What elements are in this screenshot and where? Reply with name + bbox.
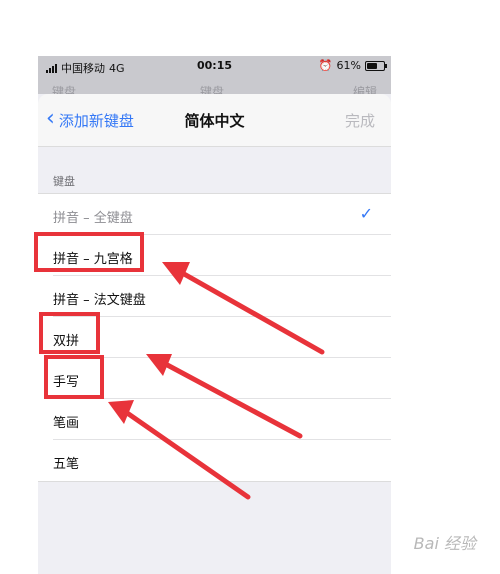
keyboard-option-wubi[interactable]: 五笔 [38, 440, 391, 481]
keyboard-option-pinyin-9key[interactable]: 拼音 – 九宫格 [38, 235, 391, 276]
keyboard-option-label: 拼音 – 九宫格 [53, 252, 133, 267]
watermark: Bai 经验 [413, 534, 476, 553]
keyboard-option-label: 拼音 – 全键盘 [53, 211, 133, 226]
battery-icon [365, 60, 387, 71]
done-button[interactable]: 完成 [345, 110, 375, 131]
keyboard-option-label: 双拼 [53, 334, 80, 349]
keyboard-option-pinyin-french[interactable]: 拼音 – 法文键盘 [38, 276, 391, 317]
section-header: 键盘 [53, 175, 75, 188]
background-back-label: 键盘 [52, 85, 77, 94]
alarm-clock-icon: ⏰ [318, 59, 333, 72]
phone-screen: 中国移动 4G 00:15 ⏰ 61% 键盘 键盘 编辑 ‹ 添加新键盘 简体中… [38, 56, 391, 574]
keyboard-option-label: 笔画 [53, 416, 80, 431]
keyboard-option-pinyin-full[interactable]: 拼音 – 全键盘 ✓ [38, 194, 391, 235]
background-nav-bar: 键盘 键盘 编辑 [38, 78, 391, 94]
keyboard-option-label: 手写 [53, 375, 80, 390]
nav-bar: ‹ 添加新键盘 简体中文 完成 [38, 94, 391, 147]
background-edit-label: 编辑 [352, 85, 377, 94]
battery-percent: 61% [336, 59, 361, 72]
keyboard-option-handwriting[interactable]: 手写 [38, 358, 391, 399]
page-title: 简体中文 [184, 112, 245, 130]
status-right: ⏰ 61% [318, 59, 387, 72]
status-bar: 中国移动 4G 00:15 ⏰ 61% [38, 56, 391, 78]
keyboard-option-shuangpin[interactable]: 双拼 [38, 317, 391, 358]
modal-sheet: ‹ 添加新键盘 简体中文 完成 键盘 拼音 – 全键盘 ✓ 拼音 – 九宫格 拼… [38, 94, 391, 574]
keyboard-option-label: 拼音 – 法文键盘 [53, 293, 146, 308]
checkmark-icon: ✓ [359, 204, 373, 223]
keyboard-list: 拼音 – 全键盘 ✓ 拼音 – 九宫格 拼音 – 法文键盘 双拼 手写 笔画 五… [38, 193, 391, 482]
keyboard-option-label: 五笔 [53, 457, 80, 472]
keyboard-option-stroke[interactable]: 笔画 [38, 399, 391, 440]
background-title: 键盘 [200, 85, 225, 94]
